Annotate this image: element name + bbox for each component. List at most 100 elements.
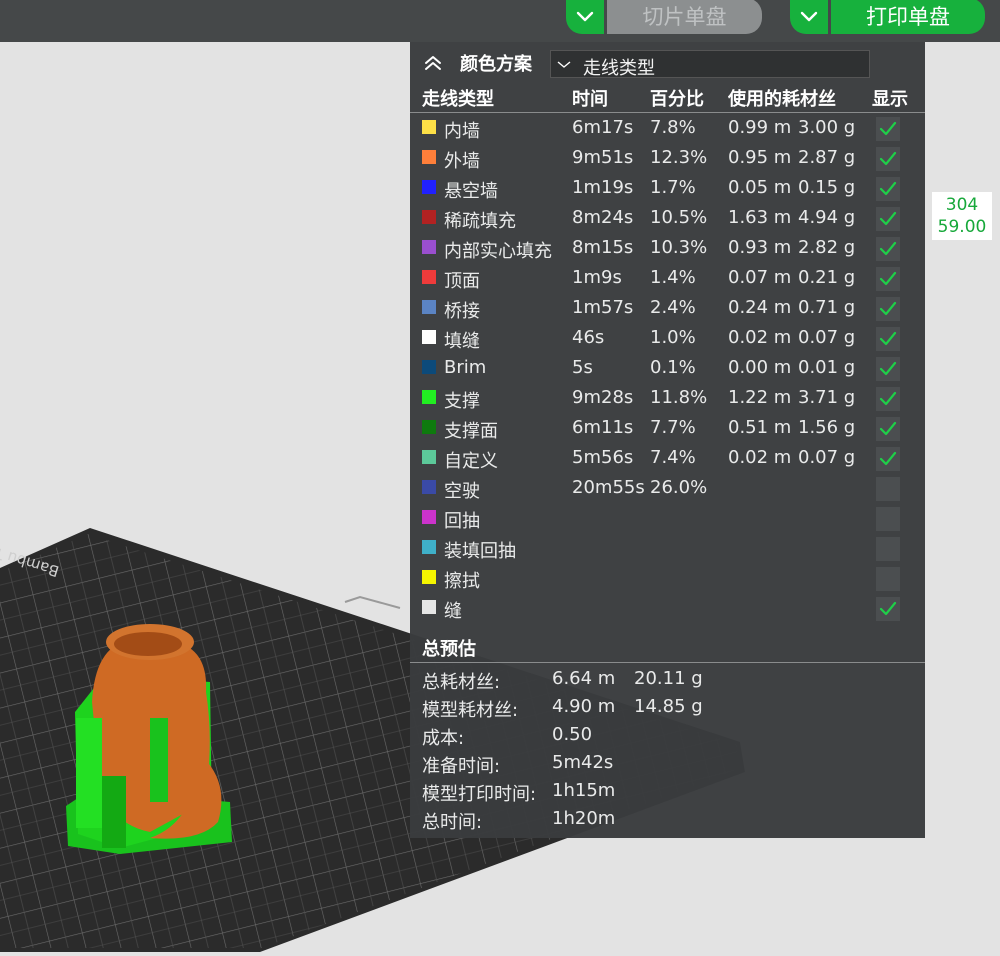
color-swatch	[422, 240, 436, 254]
display-checkbox[interactable]	[876, 447, 900, 471]
feature-time: 9m28s	[572, 387, 634, 408]
checkmark-icon	[879, 301, 897, 316]
feature-percent: 7.8%	[650, 117, 696, 138]
feature-percent: 11.8%	[650, 387, 708, 408]
color-swatch	[422, 540, 436, 554]
feature-name: 内墙	[444, 121, 480, 142]
display-checkbox[interactable]	[876, 387, 900, 411]
summary-value: 0.50	[552, 724, 593, 745]
summary-value-secondary: 20.11 g	[634, 668, 703, 689]
feature-percent: 2.4%	[650, 297, 696, 318]
feature-time: 6m17s	[572, 117, 634, 138]
display-checkbox[interactable]	[876, 117, 900, 141]
display-checkbox[interactable]	[876, 357, 900, 381]
feature-row: 装填回抽	[410, 533, 925, 563]
feature-percent: 26.0%	[650, 477, 708, 498]
feature-row: 空驶 20m55s 26.0%	[410, 473, 925, 503]
col-header-time: 时间	[572, 89, 608, 110]
color-swatch	[422, 570, 436, 584]
display-checkbox[interactable]	[876, 327, 900, 351]
display-checkbox[interactable]	[876, 507, 900, 531]
feature-length: 1.63 m	[728, 207, 792, 228]
feature-name: 缝	[444, 601, 462, 622]
feature-time: 8m15s	[572, 237, 634, 258]
panel-header: 颜色方案 走线类型	[410, 42, 925, 84]
slice-options-dropdown[interactable]	[566, 0, 604, 34]
feature-time: 1m9s	[572, 267, 622, 288]
feature-row: Brim 5s 0.1% 0.00 m 0.01 g	[410, 353, 925, 383]
checkmark-icon	[879, 211, 897, 226]
color-swatch	[422, 420, 436, 434]
feature-length: 0.51 m	[728, 417, 792, 438]
chevron-down-icon	[800, 11, 818, 22]
feature-percent: 1.4%	[650, 267, 696, 288]
color-swatch	[422, 180, 436, 194]
summary-value: 1h20m	[552, 808, 616, 829]
color-swatch	[422, 330, 436, 344]
checkmark-icon	[879, 181, 897, 196]
table-header: 走线类型 时间 百分比 使用的耗材丝 显示	[410, 84, 925, 113]
color-swatch	[422, 510, 436, 524]
summary-value: 4.90 m	[552, 696, 616, 717]
feature-name: 内部实心填充	[444, 241, 552, 262]
layer-number: 304	[945, 195, 979, 215]
checkmark-icon	[879, 421, 897, 436]
feature-length: 0.93 m	[728, 237, 792, 258]
display-checkbox[interactable]	[876, 417, 900, 441]
feature-length: 0.07 m	[728, 267, 792, 288]
checkmark-icon	[879, 241, 897, 256]
layer-height-tooltip: 304 59.00	[932, 192, 992, 240]
feature-row: 悬空墙 1m19s 1.7% 0.05 m 0.15 g	[410, 173, 925, 203]
feature-weight: 1.56 g	[798, 417, 856, 438]
feature-name: 填缝	[444, 331, 480, 352]
feature-percent: 0.1%	[650, 357, 696, 378]
feature-name: 稀疏填充	[444, 211, 516, 232]
feature-weight: 0.15 g	[798, 177, 856, 198]
feature-weight: 2.82 g	[798, 237, 856, 258]
feature-row: 稀疏填充 8m24s 10.5% 1.63 m 4.94 g	[410, 203, 925, 233]
summary-label: 总耗材丝:	[422, 672, 501, 693]
collapse-up-icon[interactable]	[422, 52, 444, 74]
display-checkbox[interactable]	[876, 177, 900, 201]
checkmark-icon	[879, 361, 897, 376]
summary-row: 成本: 0.50	[410, 722, 925, 750]
summary-title: 总预估	[422, 639, 476, 660]
display-checkbox[interactable]	[876, 537, 900, 561]
feature-weight: 3.71 g	[798, 387, 856, 408]
print-options-dropdown[interactable]	[790, 0, 828, 34]
display-checkbox[interactable]	[876, 267, 900, 291]
summary-value: 1h15m	[552, 780, 616, 801]
feature-time: 6m11s	[572, 417, 634, 438]
feature-time: 20m55s	[572, 477, 645, 498]
print-plate-button-group: 打印单盘	[790, 0, 985, 34]
feature-length: 1.22 m	[728, 387, 792, 408]
feature-row: 支撑面 6m11s 7.7% 0.51 m 1.56 g	[410, 413, 925, 443]
feature-name: 装填回抽	[444, 541, 516, 562]
color-swatch	[422, 600, 436, 614]
feature-length: 0.05 m	[728, 177, 792, 198]
display-checkbox[interactable]	[876, 147, 900, 171]
feature-name: 自定义	[444, 451, 498, 472]
checkmark-icon	[879, 121, 897, 136]
display-checkbox[interactable]	[876, 597, 900, 621]
display-checkbox[interactable]	[876, 237, 900, 261]
feature-percent: 1.7%	[650, 177, 696, 198]
slice-plate-button[interactable]: 切片单盘	[607, 0, 762, 34]
display-checkbox[interactable]	[876, 567, 900, 591]
col-header-filament: 使用的耗材丝	[728, 89, 836, 110]
color-swatch	[422, 390, 436, 404]
feature-name: 悬空墙	[444, 181, 498, 202]
summary-row: 总时间: 1h20m	[410, 806, 925, 834]
feature-weight: 3.00 g	[798, 117, 856, 138]
col-header-display: 显示	[872, 89, 908, 110]
display-checkbox[interactable]	[876, 297, 900, 321]
display-checkbox[interactable]	[876, 207, 900, 231]
summary-value-secondary: 14.85 g	[634, 696, 703, 717]
feature-time: 8m24s	[572, 207, 634, 228]
print-plate-button[interactable]: 打印单盘	[831, 0, 985, 34]
color-scheme-select[interactable]: 走线类型	[550, 50, 870, 79]
feature-name: 顶面	[444, 271, 480, 292]
feature-length: 0.24 m	[728, 297, 792, 318]
display-checkbox[interactable]	[876, 477, 900, 501]
summary-label: 模型耗材丝:	[422, 700, 519, 721]
